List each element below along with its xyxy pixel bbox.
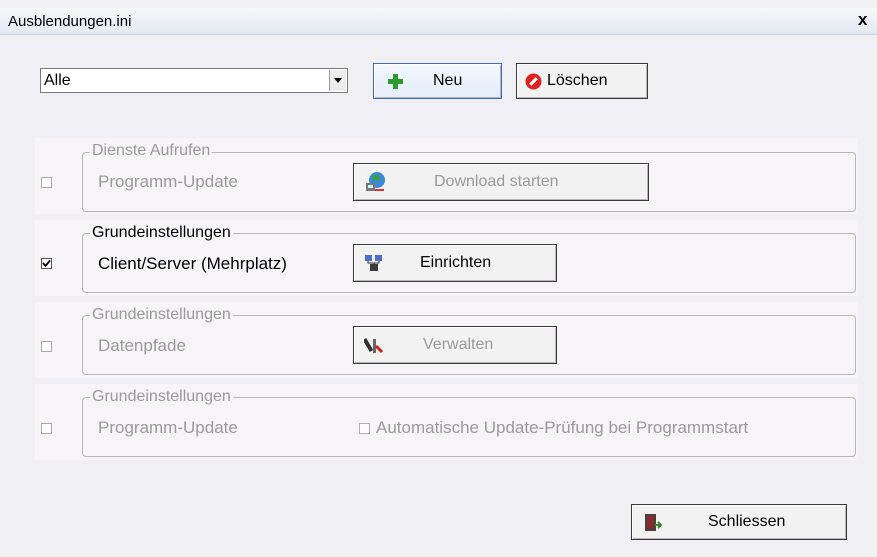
plus-icon (388, 74, 403, 89)
tools-icon (364, 337, 384, 354)
new-button-label: Neu (433, 72, 463, 89)
row-label: Client/Server (Mehrplatz) (98, 254, 287, 273)
filter-select[interactable]: Alle (40, 68, 348, 93)
close-button[interactable]: Schliessen (631, 504, 847, 540)
group-title: Dienste Aufrufen (90, 142, 213, 160)
row-checkbox[interactable] (41, 258, 52, 269)
stop-icon (525, 73, 542, 90)
manage-button-label: Verwalten (423, 336, 494, 353)
door-exit-icon (645, 514, 662, 531)
row-checkbox[interactable] (41, 341, 52, 352)
close-button-label: Schliessen (708, 513, 786, 530)
chevron-down-icon (334, 78, 342, 83)
auto-update-label: Automatische Update-Prüfung bei Programm… (376, 418, 749, 437)
group-title: Grundeinstellungen (90, 388, 233, 406)
auto-update-checkbox[interactable] (359, 423, 370, 434)
globe-download-icon (366, 172, 385, 191)
row-label: Datenpfade (98, 336, 186, 355)
delete-button[interactable]: Löschen (516, 63, 648, 99)
network-icon (365, 255, 382, 271)
filter-select-value: Alle (44, 72, 71, 89)
row-label: Programm-Update (98, 418, 238, 437)
row-checkbox[interactable] (41, 423, 52, 434)
window-title: Ausblendungen.ini (8, 13, 132, 30)
checkmark-icon (42, 259, 51, 268)
download-start-button-label: Download starten (434, 173, 559, 190)
group-title: Grundeinstellungen (90, 224, 233, 242)
setup-button[interactable]: Einrichten (353, 244, 557, 282)
download-start-button[interactable]: Download starten (353, 163, 649, 201)
delete-button-label: Löschen (547, 72, 608, 89)
close-window-button[interactable]: x (858, 10, 867, 30)
group-title: Grundeinstellungen (90, 306, 233, 324)
new-button[interactable]: Neu (373, 63, 502, 99)
setup-button-label: Einrichten (420, 254, 492, 271)
title-bar: Ausblendungen.ini x (0, 8, 877, 35)
manage-button[interactable]: Verwalten (353, 326, 557, 364)
row-label: Programm-Update (98, 172, 238, 191)
dropdown-arrow-button[interactable] (329, 70, 346, 91)
row-checkbox[interactable] (41, 177, 52, 188)
